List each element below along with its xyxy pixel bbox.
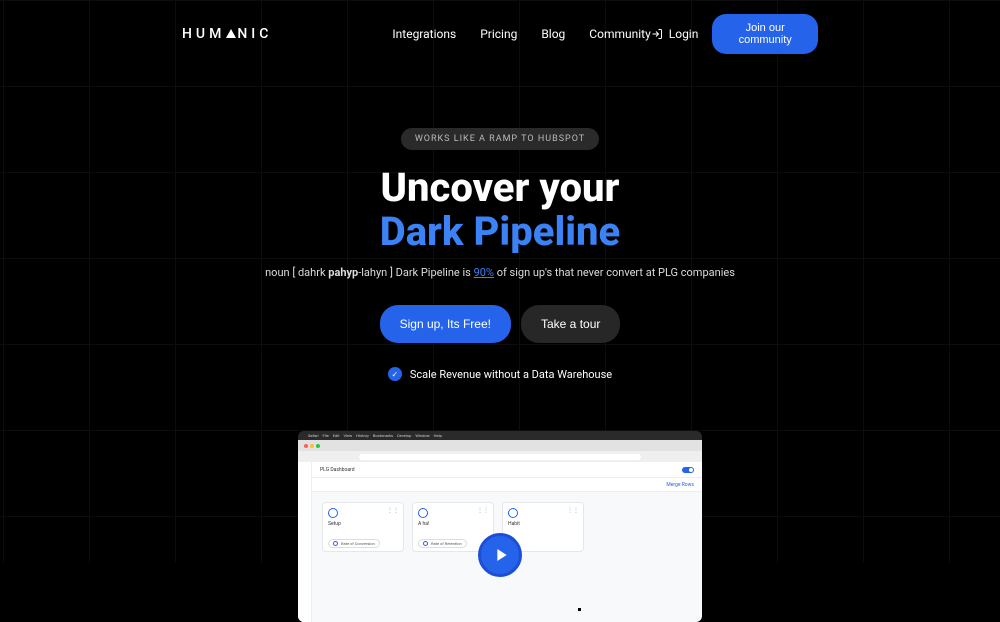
dashboard-title: PLG Dashboard xyxy=(320,467,355,473)
grip-icon: ⋮⋮ xyxy=(567,507,579,514)
nav-integrations[interactable]: Integrations xyxy=(392,27,456,41)
hero-title-line1: Uncover your xyxy=(381,164,620,211)
close-icon xyxy=(304,444,308,448)
maximize-icon xyxy=(316,444,320,448)
hero-sub-bold: pahyp xyxy=(328,266,358,279)
logo[interactable]: HUM NIC xyxy=(182,26,272,42)
grip-icon: ⋮⋮ xyxy=(387,507,399,514)
logo-text-pre: HUM xyxy=(182,26,225,42)
url-bar xyxy=(298,451,702,462)
hero-sub-pct: 90% xyxy=(474,266,494,279)
signup-button[interactable]: Sign up, Its Free! xyxy=(380,305,511,343)
app-screenshot: PLG Dashboard Merge Rows ⋮⋮ Setup Rate o… xyxy=(298,462,702,622)
card-title: Habit xyxy=(508,521,578,527)
mac-menu-develop: Develop xyxy=(397,433,411,438)
join-community-button[interactable]: Join our community xyxy=(712,14,818,54)
toggle-switch xyxy=(682,467,694,473)
hero-title-line2: Dark Pipeline xyxy=(380,208,621,255)
app-topbar: PLG Dashboard xyxy=(312,462,702,478)
hero-title: Uncover your Dark Pipeline xyxy=(0,166,1000,254)
app-sidebar xyxy=(298,462,312,622)
grip-icon: ⋮⋮ xyxy=(477,507,489,514)
card-pill: Rate of Retention xyxy=(418,539,467,548)
mac-menu-bookmarks: Bookmarks xyxy=(373,433,393,438)
card-pill: Rate of Conversion xyxy=(328,539,380,548)
mac-menu-window: Window xyxy=(415,433,429,438)
mac-menu-file: File xyxy=(322,433,328,438)
hero-badge: WORKS LIKE A RAMP TO HUBSPOT xyxy=(401,128,599,150)
primary-nav: Integrations Pricing Blog Community xyxy=(392,27,650,41)
minimize-icon xyxy=(310,444,314,448)
cursor-icon xyxy=(578,608,581,611)
card-title: A ha! xyxy=(418,521,488,527)
logo-a-glyph xyxy=(226,29,236,38)
traffic-lights xyxy=(304,444,320,448)
hero-section: WORKS LIKE A RAMP TO HUBSPOT Uncover you… xyxy=(0,68,1000,381)
card-icon xyxy=(508,508,518,518)
mac-menubar: Safari File Edit View History Bookmarks … xyxy=(298,431,702,440)
url-field xyxy=(359,454,642,460)
app-subbar: Merge Rows xyxy=(312,478,702,492)
hero-feature-text: Scale Revenue without a Data Warehouse xyxy=(410,368,612,381)
merge-rows-link: Merge Rows xyxy=(666,482,694,488)
demo-video[interactable]: Safari File Edit View History Bookmarks … xyxy=(298,431,702,622)
mac-menu-history: History xyxy=(356,433,369,438)
hero-subtitle: noun [ dahrk pahyp-lahyn ] Dark Pipeline… xyxy=(0,266,1000,279)
check-icon: ✓ xyxy=(388,367,402,381)
take-tour-button[interactable]: Take a tour xyxy=(521,305,620,343)
card-icon xyxy=(418,508,428,518)
play-button[interactable] xyxy=(478,533,522,577)
hero-sub-post: of sign up's that never convert at PLG c… xyxy=(494,266,735,279)
hero-sub-mid: -lahyn ] Dark Pipeline is xyxy=(358,266,473,279)
login-icon xyxy=(651,28,663,40)
nav-blog[interactable]: Blog xyxy=(541,27,565,41)
hero-feature: ✓ Scale Revenue without a Data Warehouse xyxy=(0,367,1000,381)
site-header: HUM NIC Integrations Pricing Blog Commun… xyxy=(0,0,1000,68)
card-icon xyxy=(328,508,338,518)
browser-tabs xyxy=(298,440,702,451)
login-link[interactable]: Login xyxy=(651,27,699,41)
card-setup: ⋮⋮ Setup Rate of Conversion xyxy=(322,502,404,552)
login-label: Login xyxy=(669,27,699,41)
header-right: Login Join our community xyxy=(651,14,818,54)
mac-menu-view: View xyxy=(344,433,353,438)
nav-community[interactable]: Community xyxy=(589,27,650,41)
hero-ctas: Sign up, Its Free! Take a tour xyxy=(0,305,1000,343)
mac-menu-help: Help xyxy=(434,433,442,438)
mac-menu-edit: Edit xyxy=(333,433,340,438)
mac-menu-safari: Safari xyxy=(308,433,318,438)
card-title: Setup xyxy=(328,521,398,527)
logo-text-post: NIC xyxy=(237,26,272,42)
nav-pricing[interactable]: Pricing xyxy=(480,27,517,41)
hero-sub-pre: noun [ dahrk xyxy=(265,266,328,279)
browser-chrome xyxy=(298,440,702,462)
play-icon xyxy=(494,547,510,563)
